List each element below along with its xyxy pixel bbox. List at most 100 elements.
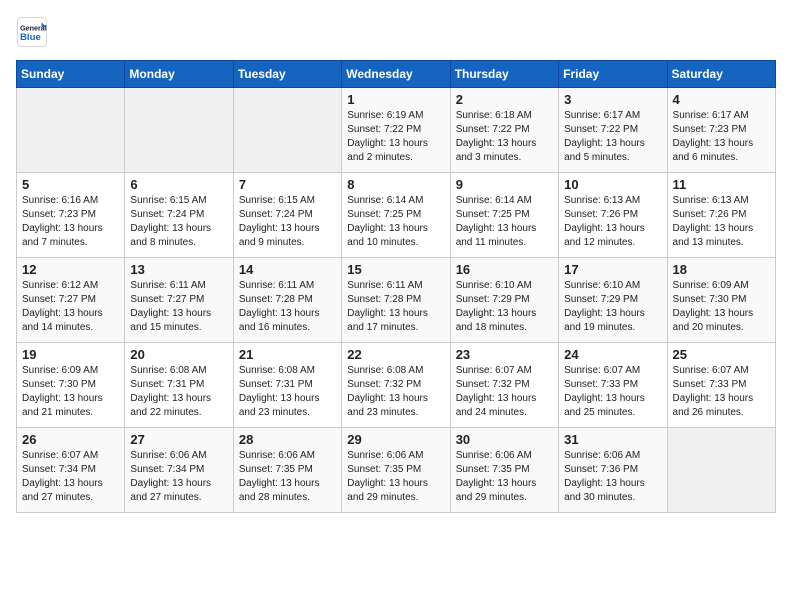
header-tuesday: Tuesday xyxy=(233,61,341,88)
day-number: 29 xyxy=(347,432,444,447)
header-saturday: Saturday xyxy=(667,61,775,88)
calendar-cell: 29Sunrise: 6:06 AM Sunset: 7:35 PM Dayli… xyxy=(342,428,450,513)
day-number: 28 xyxy=(239,432,336,447)
day-info: Sunrise: 6:11 AM Sunset: 7:28 PM Dayligh… xyxy=(239,279,336,335)
day-info: Sunrise: 6:09 AM Sunset: 7:30 PM Dayligh… xyxy=(22,364,119,420)
day-number: 4 xyxy=(673,92,770,107)
header-thursday: Thursday xyxy=(450,61,558,88)
day-number: 12 xyxy=(22,262,119,277)
calendar-table: SundayMondayTuesdayWednesdayThursdayFrid… xyxy=(16,60,776,513)
day-info: Sunrise: 6:19 AM Sunset: 7:22 PM Dayligh… xyxy=(347,109,444,165)
calendar-cell: 7Sunrise: 6:15 AM Sunset: 7:24 PM Daylig… xyxy=(233,173,341,258)
day-number: 17 xyxy=(564,262,661,277)
calendar-cell: 27Sunrise: 6:06 AM Sunset: 7:34 PM Dayli… xyxy=(125,428,233,513)
day-info: Sunrise: 6:08 AM Sunset: 7:31 PM Dayligh… xyxy=(130,364,227,420)
day-number: 15 xyxy=(347,262,444,277)
day-number: 3 xyxy=(564,92,661,107)
header-monday: Monday xyxy=(125,61,233,88)
logo-icon: General Blue xyxy=(16,16,48,48)
calendar-cell: 5 Sunrise: 6:16 AM Sunset: 7:23 PM Daylig… xyxy=(17,173,125,258)
calendar-cell: 14Sunrise: 6:11 AM Sunset: 7:28 PM Dayli… xyxy=(233,258,341,343)
day-number: 5 xyxy=(22,177,119,192)
day-number: 24 xyxy=(564,347,661,362)
calendar-cell: 18 Sunrise: 6:09 AM Sunset: 7:30 PM Dayli… xyxy=(667,258,775,343)
day-info: Sunrise: 6:07 AM Sunset: 7:33 PM Dayligh… xyxy=(673,364,770,420)
calendar-cell: 15 Sunrise: 6:11 AM Sunset: 7:28 PM Dayli… xyxy=(342,258,450,343)
day-number: 2 xyxy=(456,92,553,107)
day-number: 9 xyxy=(456,177,553,192)
calendar-cell xyxy=(233,88,341,173)
calendar-cell: 23 Sunrise: 6:07 AM Sunset: 7:32 PM Dayli… xyxy=(450,343,558,428)
header-sunday: Sunday xyxy=(17,61,125,88)
day-info: Sunrise: 6:14 AM Sunset: 7:25 PM Dayligh… xyxy=(456,194,553,250)
calendar-cell xyxy=(125,88,233,173)
day-info: Sunrise: 6:13 AM Sunset: 7:26 PM Dayligh… xyxy=(673,194,770,250)
calendar-cell: 1 Sunrise: 6:19 AM Sunset: 7:22 PM Daylig… xyxy=(342,88,450,173)
day-info: Sunrise: 6:07 AM Sunset: 7:32 PM Dayligh… xyxy=(456,364,553,420)
day-number: 16 xyxy=(456,262,553,277)
week-row-3: 12 Sunrise: 6:12 AM Sunset: 7:27 PM Dayli… xyxy=(17,258,776,343)
day-number: 1 xyxy=(347,92,444,107)
day-info: Sunrise: 6:17 AM Sunset: 7:22 PM Dayligh… xyxy=(564,109,661,165)
day-info: Sunrise: 6:08 AM Sunset: 7:32 PM Dayligh… xyxy=(347,364,444,420)
header-friday: Friday xyxy=(559,61,667,88)
day-info: Sunrise: 6:11 AM Sunset: 7:28 PM Dayligh… xyxy=(347,279,444,335)
calendar-cell: 9 Sunrise: 6:14 AM Sunset: 7:25 PM Daylig… xyxy=(450,173,558,258)
day-info: Sunrise: 6:09 AM Sunset: 7:30 PM Dayligh… xyxy=(673,279,770,335)
calendar-cell: 19 Sunrise: 6:09 AM Sunset: 7:30 PM Dayli… xyxy=(17,343,125,428)
day-info: Sunrise: 6:15 AM Sunset: 7:24 PM Dayligh… xyxy=(130,194,227,250)
week-row-5: 26Sunrise: 6:07 AM Sunset: 7:34 PM Dayli… xyxy=(17,428,776,513)
day-number: 18 xyxy=(673,262,770,277)
calendar-cell: 6 Sunrise: 6:15 AM Sunset: 7:24 PM Daylig… xyxy=(125,173,233,258)
day-info: Sunrise: 6:06 AM Sunset: 7:36 PM Dayligh… xyxy=(564,449,661,505)
day-number: 30 xyxy=(456,432,553,447)
day-info: Sunrise: 6:16 AM Sunset: 7:23 PM Dayligh… xyxy=(22,194,119,250)
calendar-cell: 8 Sunrise: 6:14 AM Sunset: 7:25 PM Daylig… xyxy=(342,173,450,258)
calendar-cell: 11 Sunrise: 6:13 AM Sunset: 7:26 PM Dayli… xyxy=(667,173,775,258)
calendar-cell: 22 Sunrise: 6:08 AM Sunset: 7:32 PM Dayli… xyxy=(342,343,450,428)
logo: General Blue xyxy=(16,16,48,48)
day-info: Sunrise: 6:06 AM Sunset: 7:35 PM Dayligh… xyxy=(239,449,336,505)
calendar-cell: 25 Sunrise: 6:07 AM Sunset: 7:33 PM Dayli… xyxy=(667,343,775,428)
weekday-header-row: SundayMondayTuesdayWednesdayThursdayFrid… xyxy=(17,61,776,88)
day-info: Sunrise: 6:14 AM Sunset: 7:25 PM Dayligh… xyxy=(347,194,444,250)
day-info: Sunrise: 6:13 AM Sunset: 7:26 PM Dayligh… xyxy=(564,194,661,250)
day-info: Sunrise: 6:10 AM Sunset: 7:29 PM Dayligh… xyxy=(456,279,553,335)
day-number: 25 xyxy=(673,347,770,362)
day-info: Sunrise: 6:06 AM Sunset: 7:34 PM Dayligh… xyxy=(130,449,227,505)
day-info: Sunrise: 6:18 AM Sunset: 7:22 PM Dayligh… xyxy=(456,109,553,165)
week-row-1: 1 Sunrise: 6:19 AM Sunset: 7:22 PM Daylig… xyxy=(17,88,776,173)
calendar-cell: 28 Sunrise: 6:06 AM Sunset: 7:35 PM Dayli… xyxy=(233,428,341,513)
day-number: 8 xyxy=(347,177,444,192)
calendar-cell: 13Sunrise: 6:11 AM Sunset: 7:27 PM Dayli… xyxy=(125,258,233,343)
calendar-cell xyxy=(667,428,775,513)
week-row-4: 19 Sunrise: 6:09 AM Sunset: 7:30 PM Dayli… xyxy=(17,343,776,428)
calendar-cell: 30Sunrise: 6:06 AM Sunset: 7:35 PM Dayli… xyxy=(450,428,558,513)
calendar-cell: 31 Sunrise: 6:06 AM Sunset: 7:36 PM Dayli… xyxy=(559,428,667,513)
day-number: 11 xyxy=(673,177,770,192)
day-number: 23 xyxy=(456,347,553,362)
week-row-2: 5 Sunrise: 6:16 AM Sunset: 7:23 PM Daylig… xyxy=(17,173,776,258)
day-number: 10 xyxy=(564,177,661,192)
calendar-cell: 24 Sunrise: 6:07 AM Sunset: 7:33 PM Dayli… xyxy=(559,343,667,428)
day-info: Sunrise: 6:12 AM Sunset: 7:27 PM Dayligh… xyxy=(22,279,119,335)
day-number: 19 xyxy=(22,347,119,362)
day-number: 22 xyxy=(347,347,444,362)
day-number: 20 xyxy=(130,347,227,362)
calendar-cell: 4Sunrise: 6:17 AM Sunset: 7:23 PM Daylig… xyxy=(667,88,775,173)
day-info: Sunrise: 6:07 AM Sunset: 7:33 PM Dayligh… xyxy=(564,364,661,420)
calendar-cell: 10 Sunrise: 6:13 AM Sunset: 7:26 PM Dayli… xyxy=(559,173,667,258)
calendar-cell: 12 Sunrise: 6:12 AM Sunset: 7:27 PM Dayli… xyxy=(17,258,125,343)
calendar-cell: 17Sunrise: 6:10 AM Sunset: 7:29 PM Dayli… xyxy=(559,258,667,343)
day-number: 21 xyxy=(239,347,336,362)
calendar-cell: 2 Sunrise: 6:18 AM Sunset: 7:22 PM Daylig… xyxy=(450,88,558,173)
calendar-cell: 20 Sunrise: 6:08 AM Sunset: 7:31 PM Dayli… xyxy=(125,343,233,428)
header-wednesday: Wednesday xyxy=(342,61,450,88)
calendar-cell: 21Sunrise: 6:08 AM Sunset: 7:31 PM Dayli… xyxy=(233,343,341,428)
calendar-cell xyxy=(17,88,125,173)
day-number: 31 xyxy=(564,432,661,447)
page-header: General Blue xyxy=(16,16,776,48)
day-number: 26 xyxy=(22,432,119,447)
day-number: 6 xyxy=(130,177,227,192)
day-number: 13 xyxy=(130,262,227,277)
